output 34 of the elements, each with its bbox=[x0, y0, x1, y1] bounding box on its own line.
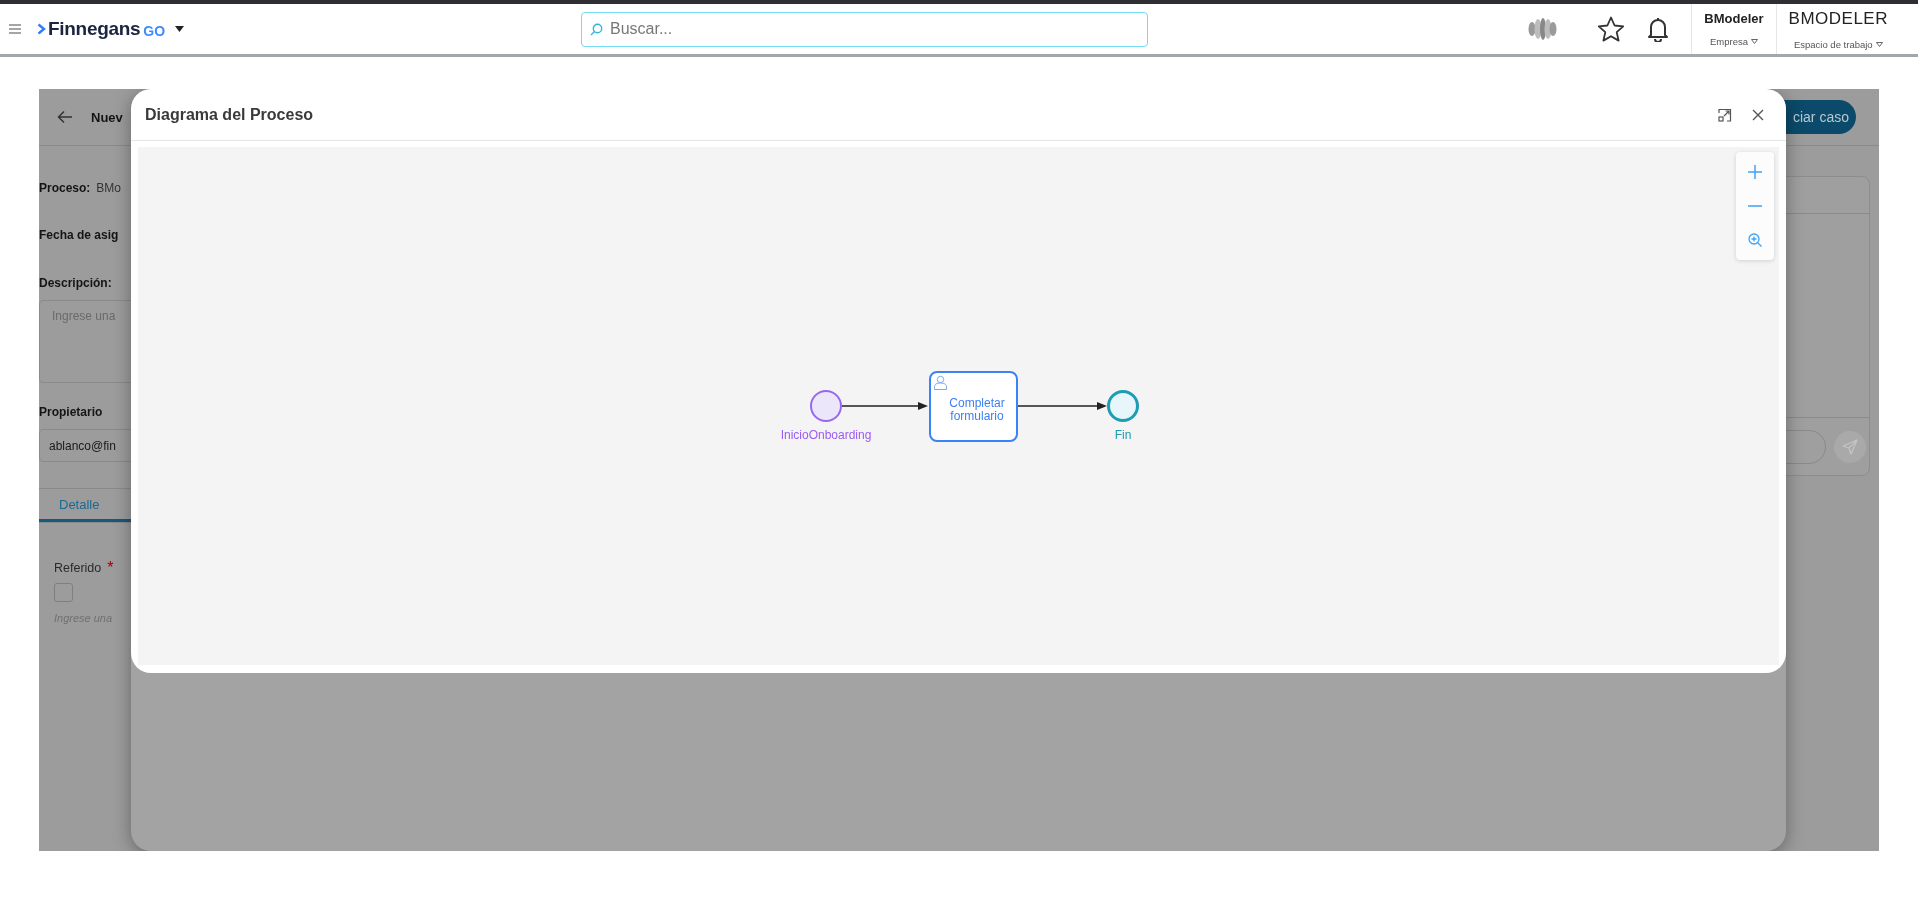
chevron-icon bbox=[37, 23, 46, 35]
bell-icon[interactable] bbox=[1647, 16, 1670, 42]
node-label: Fin bbox=[1113, 428, 1133, 442]
checkbox[interactable] bbox=[54, 583, 73, 602]
field-value: BMo bbox=[96, 180, 122, 195]
expand-icon[interactable] bbox=[1718, 107, 1732, 122]
back-arrow-icon[interactable] bbox=[57, 110, 73, 124]
close-icon[interactable] bbox=[1752, 108, 1764, 121]
field-label: Fecha de asig bbox=[39, 227, 119, 242]
menu-icon[interactable] bbox=[9, 24, 21, 34]
company-selector[interactable]: BModeler Empresa bbox=[1691, 4, 1776, 54]
modal-title: Diagrama del Proceso bbox=[145, 105, 314, 124]
required-mark: * bbox=[107, 559, 114, 577]
page-title: Nuev bbox=[91, 109, 123, 125]
node-label: InicioOnboarding bbox=[779, 428, 873, 442]
zoom-out-icon[interactable] bbox=[1748, 204, 1762, 208]
caret-icon bbox=[1875, 41, 1883, 47]
field-label: Proceso: bbox=[39, 180, 91, 195]
search-field[interactable]: Buscar... bbox=[581, 11, 1148, 47]
caret-icon bbox=[1750, 39, 1758, 44]
caret-icon[interactable] bbox=[175, 26, 185, 32]
field-label: Referido bbox=[54, 561, 102, 575]
logo-suffix: GO bbox=[143, 22, 166, 39]
workspace-selector[interactable]: BMODELER Espacio de trabajo bbox=[1775, 4, 1918, 54]
field-label: Propietario bbox=[39, 405, 104, 419]
send-icon bbox=[1842, 438, 1858, 455]
star-icon[interactable] bbox=[1597, 15, 1626, 43]
node-label: Completar formulario bbox=[948, 397, 1006, 423]
zoom-in-icon[interactable] bbox=[1748, 164, 1762, 179]
search-icon bbox=[590, 22, 603, 36]
zoom-fit-icon[interactable] bbox=[1748, 233, 1762, 248]
user-icon bbox=[933, 375, 948, 390]
field-label: Descripción: bbox=[39, 276, 113, 290]
logo-text: Finnegans bbox=[48, 18, 141, 40]
